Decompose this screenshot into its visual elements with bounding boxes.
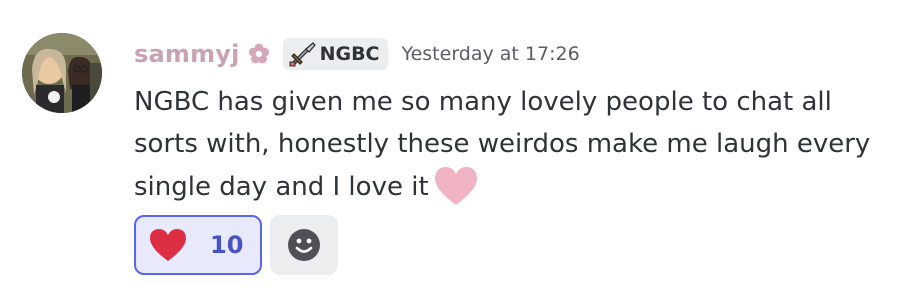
timestamp[interactable]: Yesterday at 17:26 [402, 43, 580, 65]
flower-icon [247, 42, 271, 66]
add-reaction-smiley-icon [288, 229, 320, 261]
guild-tag[interactable]: NGBC [282, 38, 388, 70]
avatar[interactable] [22, 33, 102, 113]
chat-message: sammyj NGBC Yesterday at 17:26 NGBC has … [0, 0, 918, 288]
username[interactable]: sammyj [134, 40, 240, 68]
pink-heart-icon [433, 165, 479, 207]
guild-tag-label: NGBC [319, 43, 380, 65]
message-text: NGBC has given me so many lovely people … [134, 87, 871, 202]
avatar-photo [22, 33, 102, 113]
add-reaction-button[interactable] [270, 215, 338, 275]
message-content: NGBC has given me so many lovely people … [134, 81, 894, 208]
reactions-bar: 10 [134, 215, 338, 275]
red-heart-icon [148, 227, 188, 263]
sword-icon [289, 41, 317, 67]
reaction-count: 10 [210, 231, 244, 259]
reaction-heart-button[interactable]: 10 [134, 215, 262, 275]
message-header: sammyj NGBC Yesterday at 17:26 [134, 36, 580, 72]
